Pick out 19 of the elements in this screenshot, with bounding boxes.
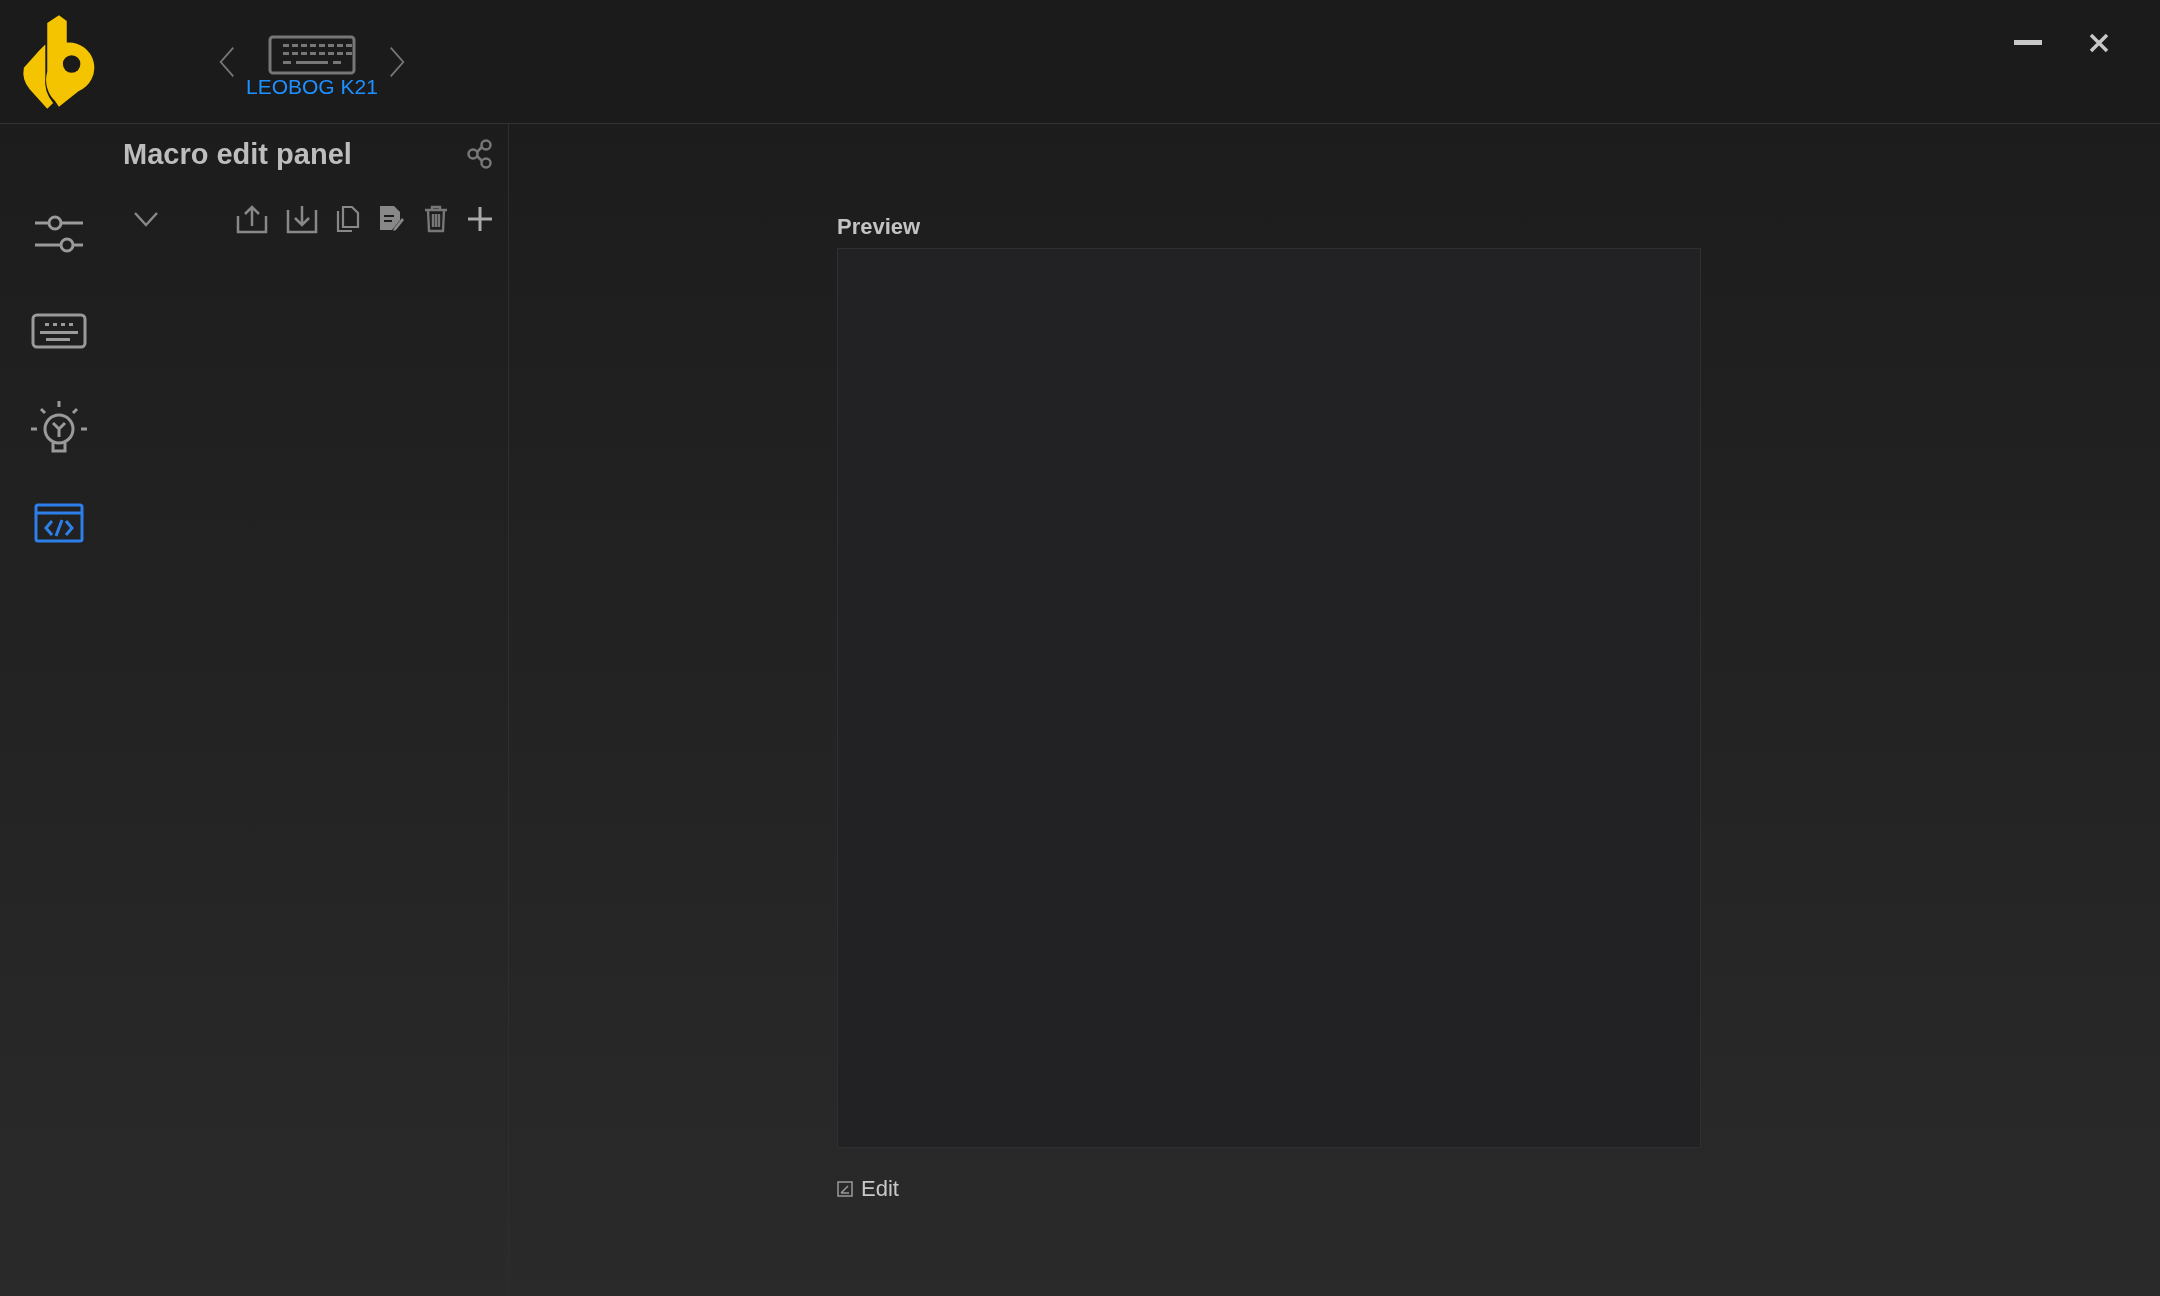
keyboard-icon [267,34,356,75]
dropdown-button[interactable] [133,211,159,227]
minimize-icon [2014,40,2042,46]
preview-label: Preview [837,214,921,240]
edit-button[interactable]: Edit [837,1176,899,1202]
device-name: LEOBOG K21 [246,74,378,99]
previous-device-button[interactable] [218,44,236,79]
next-device-button[interactable] [387,44,406,79]
lighting-nav-button[interactable] [28,398,89,456]
close-button[interactable] [2088,32,2110,54]
edit-icon [837,1181,853,1197]
share-button[interactable] [466,139,494,169]
export-button[interactable] [236,204,268,234]
copy-button[interactable] [336,205,360,233]
panel-title: Macro edit panel [123,137,352,171]
add-button[interactable] [466,205,494,233]
edit-file-button[interactable] [378,204,406,234]
import-button[interactable] [286,204,318,234]
delete-button[interactable] [424,205,448,233]
